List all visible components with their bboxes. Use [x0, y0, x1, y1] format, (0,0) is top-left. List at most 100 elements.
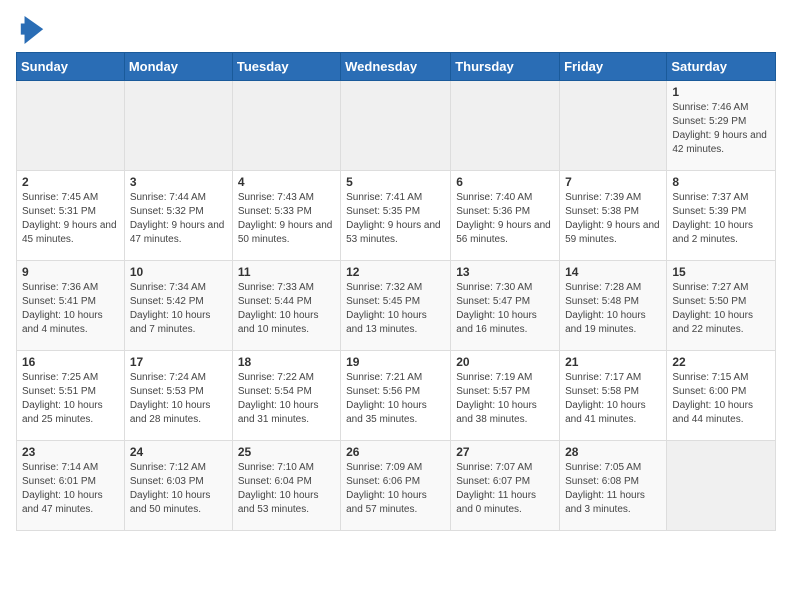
calendar-cell: 8 Sunrise: 7:37 AM Sunset: 5:39 PM Daylig… [667, 171, 776, 261]
day-number: 7 [565, 175, 661, 189]
calendar-cell: 25 Sunrise: 7:10 AM Sunset: 6:04 PM Dayli… [232, 441, 340, 531]
weekday-header-monday: Monday [124, 53, 232, 81]
calendar-cell: 28 Sunrise: 7:05 AM Sunset: 6:08 PM Dayli… [560, 441, 667, 531]
calendar-cell: 6Sunrise: 7:40 AM Sunset: 5:36 PM Daylig… [451, 171, 560, 261]
day-info: Sunrise: 7:37 AM Sunset: 5:39 PM Dayligh… [672, 191, 770, 247]
calendar-cell [341, 81, 451, 171]
calendar-header-row: SundayMondayTuesdayWednesdayThursdayFrid… [17, 53, 776, 81]
calendar-cell [232, 81, 340, 171]
day-info: Sunrise: 7:21 AM Sunset: 5:56 PM Dayligh… [346, 371, 445, 427]
calendar-table: SundayMondayTuesdayWednesdayThursdayFrid… [16, 52, 776, 531]
day-number: 13 [456, 265, 554, 279]
day-number: 19 [346, 355, 445, 369]
logo-arrow-icon [20, 16, 44, 44]
day-number: 8 [672, 175, 770, 189]
calendar-cell: 13 Sunrise: 7:30 AM Sunset: 5:47 PM Dayli… [451, 261, 560, 351]
calendar-cell [17, 81, 125, 171]
calendar-cell: 7 Sunrise: 7:39 AM Sunset: 5:38 PM Daylig… [560, 171, 667, 261]
day-info: Sunrise: 7:14 AM Sunset: 6:01 PM Dayligh… [22, 461, 119, 517]
day-info: Sunrise: 7:25 AM Sunset: 5:51 PM Dayligh… [22, 371, 119, 427]
day-number: 26 [346, 445, 445, 459]
calendar-cell: 21 Sunrise: 7:17 AM Sunset: 5:58 PM Dayli… [560, 351, 667, 441]
day-number: 12 [346, 265, 445, 279]
weekday-header-friday: Friday [560, 53, 667, 81]
day-number: 21 [565, 355, 661, 369]
calendar-cell: 2 Sunrise: 7:45 AM Sunset: 5:31 PM Daylig… [17, 171, 125, 261]
calendar-cell: 4 Sunrise: 7:43 AM Sunset: 5:33 PM Daylig… [232, 171, 340, 261]
day-info: Sunrise: 7:40 AM Sunset: 5:36 PM Dayligh… [456, 191, 554, 247]
day-info: Sunrise: 7:17 AM Sunset: 5:58 PM Dayligh… [565, 371, 661, 427]
calendar-cell [451, 81, 560, 171]
calendar-cell: 5 Sunrise: 7:41 AM Sunset: 5:35 PM Daylig… [341, 171, 451, 261]
calendar-week-4: 16 Sunrise: 7:25 AM Sunset: 5:51 PM Dayli… [17, 351, 776, 441]
day-number: 28 [565, 445, 661, 459]
day-info: Sunrise: 7:28 AM Sunset: 5:48 PM Dayligh… [565, 281, 661, 337]
day-number: 4 [238, 175, 335, 189]
calendar-cell: 27 Sunrise: 7:07 AM Sunset: 6:07 PM Dayli… [451, 441, 560, 531]
weekday-header-thursday: Thursday [451, 53, 560, 81]
day-info: Sunrise: 7:10 AM Sunset: 6:04 PM Dayligh… [238, 461, 335, 517]
day-number: 25 [238, 445, 335, 459]
calendar-cell: 9 Sunrise: 7:36 AM Sunset: 5:41 PM Daylig… [17, 261, 125, 351]
weekday-header-saturday: Saturday [667, 53, 776, 81]
calendar-cell: 24 Sunrise: 7:12 AM Sunset: 6:03 PM Dayli… [124, 441, 232, 531]
calendar-cell: 26 Sunrise: 7:09 AM Sunset: 6:06 PM Dayli… [341, 441, 451, 531]
day-info: Sunrise: 7:07 AM Sunset: 6:07 PM Dayligh… [456, 461, 554, 517]
day-info: Sunrise: 7:34 AM Sunset: 5:42 PM Dayligh… [130, 281, 227, 337]
day-number: 17 [130, 355, 227, 369]
logo [16, 16, 44, 44]
day-info: Sunrise: 7:22 AM Sunset: 5:54 PM Dayligh… [238, 371, 335, 427]
calendar-cell: 18 Sunrise: 7:22 AM Sunset: 5:54 PM Dayli… [232, 351, 340, 441]
day-number: 2 [22, 175, 119, 189]
day-info: Sunrise: 7:12 AM Sunset: 6:03 PM Dayligh… [130, 461, 227, 517]
day-number: 23 [22, 445, 119, 459]
day-number: 15 [672, 265, 770, 279]
calendar-cell [560, 81, 667, 171]
calendar-cell: 15 Sunrise: 7:27 AM Sunset: 5:50 PM Dayli… [667, 261, 776, 351]
calendar-cell: 3 Sunrise: 7:44 AM Sunset: 5:32 PM Daylig… [124, 171, 232, 261]
weekday-header-wednesday: Wednesday [341, 53, 451, 81]
calendar-week-2: 2 Sunrise: 7:45 AM Sunset: 5:31 PM Daylig… [17, 171, 776, 261]
day-info: Sunrise: 7:45 AM Sunset: 5:31 PM Dayligh… [22, 191, 119, 247]
day-info: Sunrise: 7:44 AM Sunset: 5:32 PM Dayligh… [130, 191, 227, 247]
calendar-cell [667, 441, 776, 531]
day-info: Sunrise: 7:05 AM Sunset: 6:08 PM Dayligh… [565, 461, 661, 517]
day-number: 16 [22, 355, 119, 369]
day-info: Sunrise: 7:09 AM Sunset: 6:06 PM Dayligh… [346, 461, 445, 517]
weekday-header-tuesday: Tuesday [232, 53, 340, 81]
day-number: 27 [456, 445, 554, 459]
calendar-cell: 20 Sunrise: 7:19 AM Sunset: 5:57 PM Dayli… [451, 351, 560, 441]
day-info: Sunrise: 7:19 AM Sunset: 5:57 PM Dayligh… [456, 371, 554, 427]
day-info: Sunrise: 7:24 AM Sunset: 5:53 PM Dayligh… [130, 371, 227, 427]
day-info: Sunrise: 7:39 AM Sunset: 5:38 PM Dayligh… [565, 191, 661, 247]
calendar-cell: 22 Sunrise: 7:15 AM Sunset: 6:00 PM Dayli… [667, 351, 776, 441]
day-number: 5 [346, 175, 445, 189]
weekday-header-sunday: Sunday [17, 53, 125, 81]
calendar-cell: 19 Sunrise: 7:21 AM Sunset: 5:56 PM Dayli… [341, 351, 451, 441]
day-number: 20 [456, 355, 554, 369]
calendar-cell: 1Sunrise: 7:46 AM Sunset: 5:29 PM Daylig… [667, 81, 776, 171]
day-number: 14 [565, 265, 661, 279]
day-number: 18 [238, 355, 335, 369]
day-info: Sunrise: 7:27 AM Sunset: 5:50 PM Dayligh… [672, 281, 770, 337]
page-header [16, 16, 776, 44]
day-info: Sunrise: 7:43 AM Sunset: 5:33 PM Dayligh… [238, 191, 335, 247]
calendar-cell: 23 Sunrise: 7:14 AM Sunset: 6:01 PM Dayli… [17, 441, 125, 531]
calendar-cell [124, 81, 232, 171]
day-number: 22 [672, 355, 770, 369]
day-number: 11 [238, 265, 335, 279]
day-number: 24 [130, 445, 227, 459]
day-number: 10 [130, 265, 227, 279]
day-info: Sunrise: 7:32 AM Sunset: 5:45 PM Dayligh… [346, 281, 445, 337]
day-info: Sunrise: 7:41 AM Sunset: 5:35 PM Dayligh… [346, 191, 445, 247]
day-info: Sunrise: 7:30 AM Sunset: 5:47 PM Dayligh… [456, 281, 554, 337]
day-number: 9 [22, 265, 119, 279]
day-info: Sunrise: 7:15 AM Sunset: 6:00 PM Dayligh… [672, 371, 770, 427]
day-info: Sunrise: 7:36 AM Sunset: 5:41 PM Dayligh… [22, 281, 119, 337]
calendar-cell: 11 Sunrise: 7:33 AM Sunset: 5:44 PM Dayli… [232, 261, 340, 351]
calendar-cell: 14 Sunrise: 7:28 AM Sunset: 5:48 PM Dayli… [560, 261, 667, 351]
day-number: 1 [672, 85, 770, 99]
day-number: 3 [130, 175, 227, 189]
day-info: Sunrise: 7:33 AM Sunset: 5:44 PM Dayligh… [238, 281, 335, 337]
calendar-cell: 17 Sunrise: 7:24 AM Sunset: 5:53 PM Dayli… [124, 351, 232, 441]
